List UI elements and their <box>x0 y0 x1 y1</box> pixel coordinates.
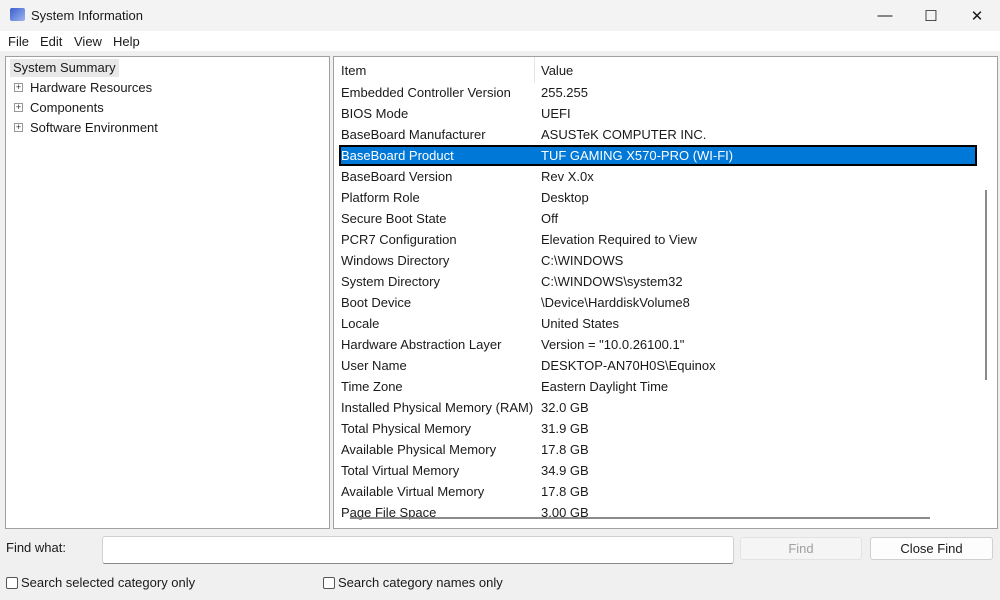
item-cell: Total Virtual Memory <box>341 463 460 478</box>
search-selected-category-checkbox[interactable]: Search selected category only <box>6 575 195 590</box>
table-row[interactable]: Available Virtual Memory 17.8 GB <box>339 481 977 502</box>
table-row[interactable]: Time Zone Eastern Daylight Time <box>339 376 977 397</box>
item-cell: PCR7 Configuration <box>341 232 457 247</box>
item-cell: Embedded Controller Version <box>341 85 511 100</box>
value-cell: UEFI <box>541 106 571 121</box>
column-header-value[interactable]: Value <box>541 63 573 78</box>
table-row[interactable]: Page File Space 3.00 GB <box>339 502 977 523</box>
table-row[interactable]: BaseBoard Version Rev X.0x <box>339 166 977 187</box>
value-cell: 3.00 GB <box>541 505 589 520</box>
table-row[interactable]: Hardware Abstraction Layer Version = "10.… <box>339 334 977 355</box>
value-cell: Eastern Daylight Time <box>541 379 669 394</box>
table-row[interactable]: Installed Physical Memory (RAM) 32.0 GB <box>339 397 977 418</box>
item-cell: Time Zone <box>341 379 403 394</box>
item-cell: Total Physical Memory <box>341 421 472 436</box>
table-row[interactable]: Secure Boot State Off <box>339 208 977 229</box>
item-cell: BaseBoard Version <box>341 169 453 184</box>
checkbox-label: Search category names only <box>338 575 503 590</box>
window-title: System Information <box>31 8 143 23</box>
value-cell: 17.8 GB <box>541 484 589 499</box>
tree-item-hardware-resources[interactable]: Hardware Resources <box>30 79 152 97</box>
item-cell: User Name <box>341 358 407 373</box>
value-cell: Elevation Required to View <box>541 232 697 247</box>
tree-item-system-summary[interactable]: System Summary <box>10 59 119 77</box>
item-cell: Page File Space <box>341 505 437 520</box>
tree-item-software-environment[interactable]: Software Environment <box>30 119 158 137</box>
horizontal-scrollbar[interactable] <box>350 517 930 519</box>
minimize-button[interactable]: — <box>862 0 908 31</box>
table-row[interactable]: Total Virtual Memory 34.9 GB <box>339 460 977 481</box>
menu-edit[interactable]: Edit <box>40 34 62 49</box>
value-cell: 255.255 <box>541 85 588 100</box>
item-cell: Boot Device <box>341 295 412 310</box>
checkbox-box[interactable] <box>6 576 18 589</box>
search-category-names-checkbox[interactable]: Search category names only <box>323 575 503 590</box>
value-cell: 31.9 GB <box>541 421 589 436</box>
system-information-icon <box>10 8 25 21</box>
vertical-scrollbar[interactable] <box>985 190 987 380</box>
list-header: Item Value <box>334 57 997 83</box>
value-cell: \Device\HarddiskVolume8 <box>541 295 690 310</box>
value-cell: Off <box>541 211 559 226</box>
item-cell: Platform Role <box>341 190 420 205</box>
column-divider[interactable] <box>534 57 535 83</box>
table-row[interactable]: Total Physical Memory 31.9 GB <box>339 418 977 439</box>
table-row[interactable]: Windows Directory C:\WINDOWS <box>339 250 977 271</box>
item-cell: BIOS Mode <box>341 106 409 121</box>
maximize-button[interactable]: ☐ <box>908 0 954 31</box>
menu-help[interactable]: Help <box>113 34 140 49</box>
table-row[interactable]: BaseBoard Manufacturer ASUSTeK COMPUTER I… <box>339 124 977 145</box>
item-cell: BaseBoard Product <box>341 148 454 163</box>
category-tree: System Summary + Hardware Resources + Co… <box>5 56 330 529</box>
table-row[interactable]: BaseBoard Product TUF GAMING X570-PRO (WI… <box>339 145 977 166</box>
value-cell: 32.0 GB <box>541 400 589 415</box>
value-cell: C:\WINDOWS <box>541 253 624 268</box>
table-row[interactable]: Boot Device \Device\HarddiskVolume8 <box>339 292 977 313</box>
table-row[interactable]: PCR7 Configuration Elevation Required to … <box>339 229 977 250</box>
value-cell: Desktop <box>541 190 589 205</box>
column-header-item[interactable]: Item <box>341 63 366 78</box>
expand-icon[interactable]: + <box>14 123 23 132</box>
table-row[interactable]: Locale United States <box>339 313 977 334</box>
table-row[interactable]: User Name DESKTOP-AN70H0S\Equinox <box>339 355 977 376</box>
value-cell: DESKTOP-AN70H0S\Equinox <box>541 358 716 373</box>
item-cell: Hardware Abstraction Layer <box>341 337 502 352</box>
item-cell: Available Physical Memory <box>341 442 497 457</box>
find-what-label: Find what: <box>6 540 66 555</box>
close-button[interactable]: ✕ <box>954 0 1000 31</box>
checkbox-box[interactable] <box>323 576 335 589</box>
expand-icon[interactable]: + <box>14 83 23 92</box>
table-row[interactable]: System Directory C:\WINDOWS\system32 <box>339 271 977 292</box>
value-cell: 17.8 GB <box>541 442 589 457</box>
tree-item-components[interactable]: Components <box>30 99 104 117</box>
value-cell: United States <box>541 316 620 331</box>
menu-view[interactable]: View <box>74 34 102 49</box>
item-cell: Secure Boot State <box>341 211 447 226</box>
find-what-input[interactable] <box>102 536 734 564</box>
item-cell: Available Virtual Memory <box>341 484 485 499</box>
title-bar: System Information — ☐ ✕ <box>0 0 1000 31</box>
item-cell: Locale <box>341 316 380 331</box>
details-list: Item Value Embedded Controller Version 25… <box>333 56 998 529</box>
item-cell: System Directory <box>341 274 440 289</box>
checkbox-label: Search selected category only <box>21 575 196 590</box>
value-cell: 34.9 GB <box>541 463 589 478</box>
table-row[interactable]: Available Physical Memory 17.8 GB <box>339 439 977 460</box>
value-cell: Rev X.0x <box>541 169 594 184</box>
item-cell: BaseBoard Manufacturer <box>341 127 486 142</box>
value-cell: ASUSTeK COMPUTER INC. <box>541 127 707 142</box>
find-button[interactable]: Find <box>740 537 862 560</box>
item-cell: Installed Physical Memory (RAM) <box>341 400 534 415</box>
menu-bar: File Edit View Help <box>0 31 1000 51</box>
menu-file[interactable]: File <box>8 34 29 49</box>
close-find-button[interactable]: Close Find <box>870 537 993 560</box>
item-cell: Windows Directory <box>341 253 450 268</box>
value-cell: Version = "10.0.26100.1" <box>541 337 685 352</box>
value-cell: TUF GAMING X570-PRO (WI-FI) <box>541 148 734 163</box>
value-cell: C:\WINDOWS\system32 <box>541 274 683 289</box>
expand-icon[interactable]: + <box>14 103 23 112</box>
table-row[interactable]: Platform Role Desktop <box>339 187 977 208</box>
table-row[interactable]: Embedded Controller Version 255.255 <box>339 82 977 103</box>
table-row[interactable]: BIOS Mode UEFI <box>339 103 977 124</box>
